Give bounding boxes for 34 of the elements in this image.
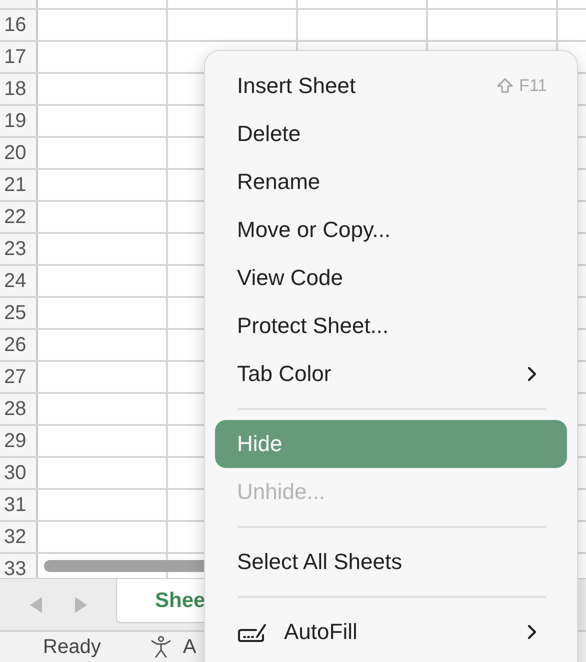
accessibility-icon[interactable] <box>148 635 173 659</box>
row-header[interactable]: 26 <box>0 330 38 360</box>
menu-item[interactable]: Move or Copy... <box>215 206 567 254</box>
shift-icon <box>496 77 514 95</box>
row-header[interactable]: 21 <box>0 170 38 200</box>
accessibility-status[interactable]: A <box>182 636 196 658</box>
row-header[interactable]: 31 <box>0 490 38 520</box>
row-header[interactable]: 18 <box>0 74 38 104</box>
menu-item[interactable]: Rename <box>215 158 567 206</box>
row-header[interactable] <box>0 0 38 8</box>
shortcut-key: F11 <box>518 76 547 96</box>
row-header[interactable]: 29 <box>0 426 38 456</box>
pencil-field-icon <box>237 622 267 642</box>
status-text: Ready <box>43 636 101 658</box>
row-header[interactable]: 24 <box>0 266 38 296</box>
previous-sheet-icon[interactable] <box>28 596 42 614</box>
row-header[interactable]: 30 <box>0 458 38 488</box>
menu-item[interactable]: Delete <box>215 110 567 158</box>
row-header[interactable]: 19 <box>0 106 38 136</box>
menu-item[interactable]: View Code <box>215 254 567 302</box>
row-header[interactable]: 32 <box>0 522 38 552</box>
row-header[interactable]: 17 <box>0 42 38 72</box>
menu-item[interactable]: Tab Color <box>215 350 567 398</box>
row-header[interactable]: 27 <box>0 362 38 392</box>
row-header[interactable]: 22 <box>0 202 38 232</box>
menu-item[interactable]: Insert Sheet F11 <box>215 62 567 110</box>
row-header[interactable]: 16 <box>0 10 38 40</box>
row-header[interactable]: 25 <box>0 298 38 328</box>
row-header[interactable]: 28 <box>0 394 38 424</box>
next-sheet-icon[interactable] <box>74 596 88 614</box>
row-header[interactable]: 20 <box>0 138 38 168</box>
menu-item[interactable]: Protect Sheet... <box>215 302 567 350</box>
row-header[interactable]: 23 <box>0 234 38 264</box>
row-header[interactable]: 33 <box>0 554 38 578</box>
